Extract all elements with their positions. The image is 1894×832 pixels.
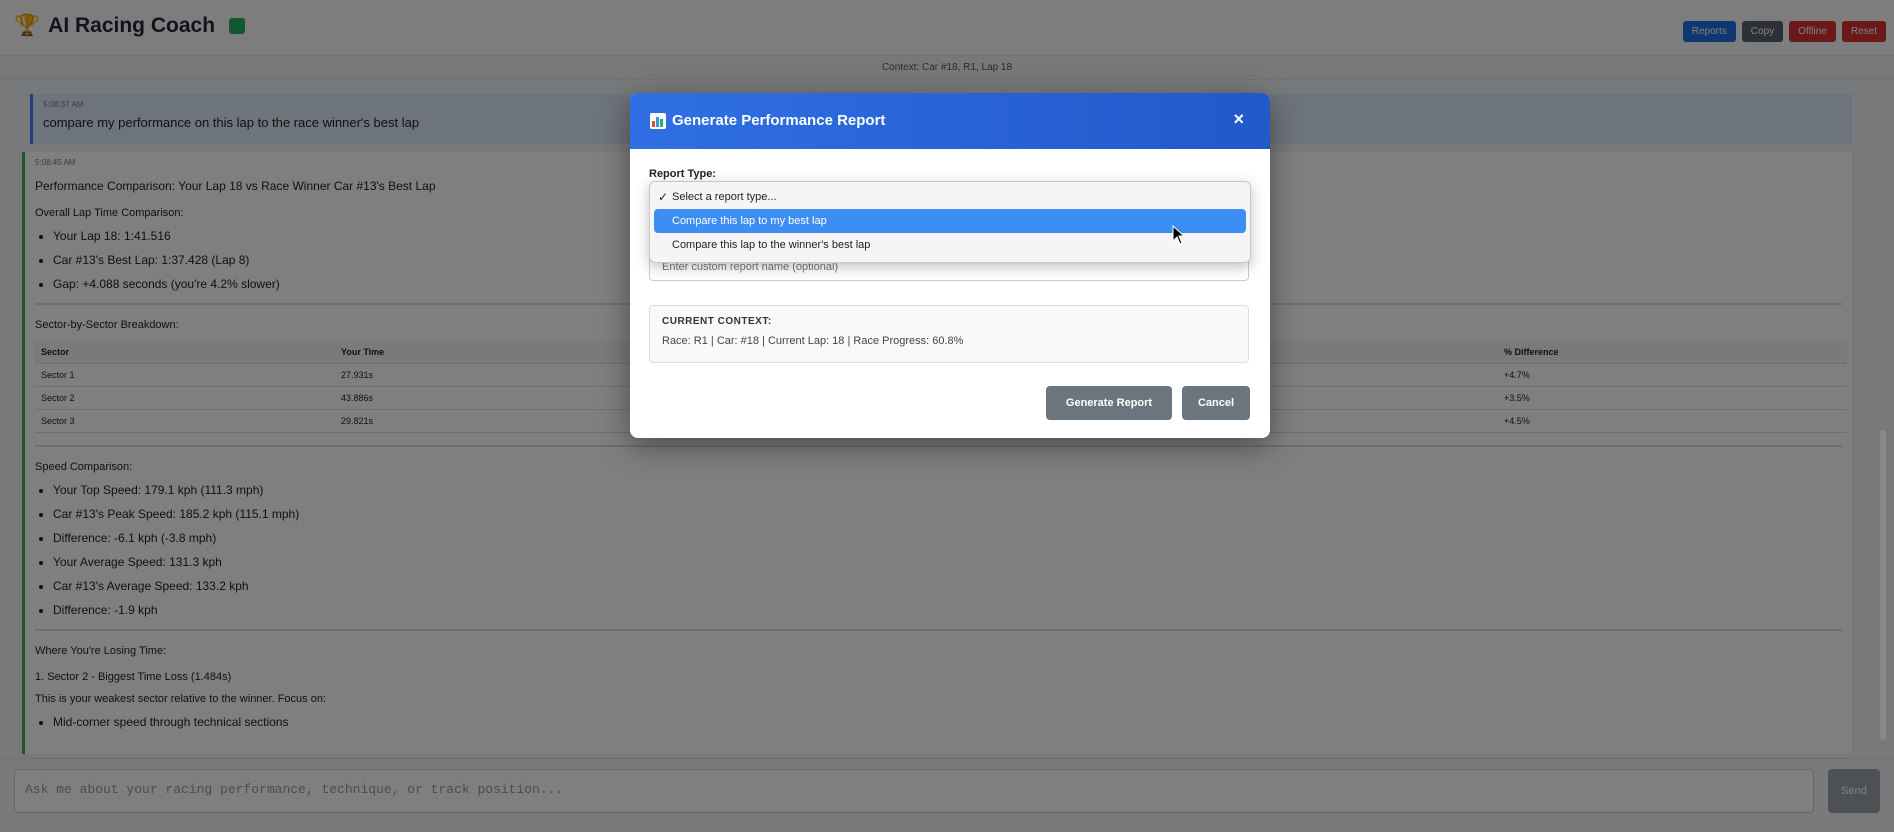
checkmark-icon: ✓ (658, 190, 669, 204)
option-compare-winner-best[interactable]: Compare this lap to the winner's best la… (654, 233, 1246, 257)
cancel-button[interactable]: Cancel (1182, 386, 1250, 420)
option-compare-my-best[interactable]: Compare this lap to my best lap (654, 209, 1246, 233)
modal-header: Generate Performance Report × (630, 93, 1270, 149)
option-placeholder[interactable]: ✓ Select a report type... (654, 185, 1246, 209)
generate-report-button[interactable]: Generate Report (1046, 386, 1172, 420)
generate-report-modal: Generate Performance Report × Report Typ… (630, 93, 1270, 438)
report-type-dropdown[interactable]: ✓ Select a report type... Compare this l… (649, 181, 1251, 263)
context-heading: CURRENT CONTEXT: (662, 316, 772, 327)
modal-title: Generate Performance Report (650, 112, 885, 129)
context-text: Race: R1 | Car: #18 | Current Lap: 18 | … (662, 335, 964, 347)
bar-chart-icon (650, 112, 666, 129)
current-context-box: CURRENT CONTEXT: Race: R1 | Car: #18 | C… (649, 305, 1249, 363)
chat-scrollbar[interactable] (1880, 430, 1886, 740)
close-icon[interactable]: × (1233, 109, 1244, 130)
report-type-label: Report Type: (649, 168, 717, 180)
